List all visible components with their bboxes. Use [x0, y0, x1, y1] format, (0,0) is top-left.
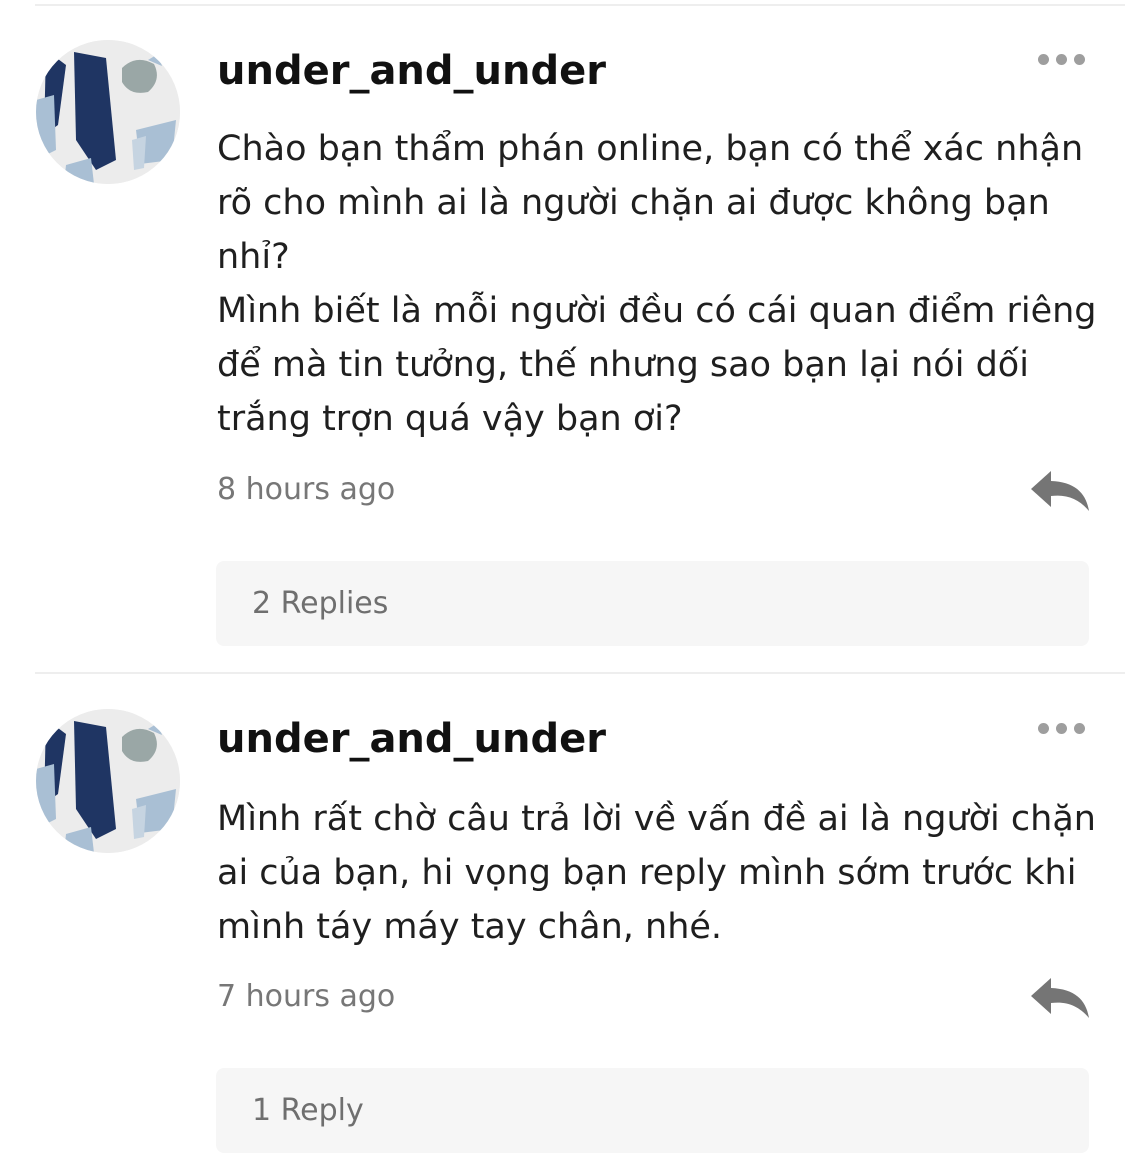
comment-line: ai của bạn, hi vọng bạn reply mình sớm t… [217, 853, 1077, 893]
comment-feed: under_and_under Chào bạn thẩm phán onlin… [0, 0, 1125, 1171]
more-options-button[interactable] [1026, 713, 1096, 743]
comment-line: mình táy máy tay chân, nhé. [217, 907, 723, 947]
timestamp: 8 hours ago [217, 472, 396, 507]
divider [35, 672, 1125, 674]
avatar-image [36, 40, 180, 184]
comment-line: để mà tin tưởng, thế nhưng sao bạn lại n… [217, 345, 1029, 385]
more-dot [1073, 722, 1085, 734]
username[interactable]: under_and_under [217, 716, 606, 762]
avatar[interactable] [36, 40, 180, 184]
reply-button[interactable] [1028, 466, 1094, 516]
view-replies-button[interactable]: 1 Reply [216, 1068, 1089, 1153]
replies-count-label: 2 Replies [252, 586, 389, 621]
comment-text: Mình rất chờ câu trả lời về vấn đề ai là… [217, 792, 1097, 954]
comment-line: Chào bạn thẩm phán online, bạn có thể xá… [217, 129, 1084, 169]
reply-arrow-icon [1031, 471, 1089, 511]
more-dot [1055, 722, 1067, 734]
username[interactable]: under_and_under [217, 48, 606, 94]
reply-button[interactable] [1028, 973, 1094, 1023]
comment-text: Chào bạn thẩm phán online, bạn có thể xá… [217, 122, 1097, 446]
more-options-button[interactable] [1026, 44, 1096, 74]
divider [35, 4, 1125, 6]
comment-line: Mình rất chờ câu trả lời về vấn đề ai là… [217, 799, 1096, 839]
comment-line: nhỉ? [217, 237, 290, 277]
more-horizontal-icon [1037, 722, 1049, 734]
reply-arrow-icon [1031, 978, 1089, 1018]
avatar-image [36, 709, 180, 853]
avatar[interactable] [36, 709, 180, 853]
comment-line: Mình biết là mỗi người đều có cái quan đ… [217, 291, 1097, 331]
more-dot [1073, 53, 1085, 65]
timestamp: 7 hours ago [217, 979, 396, 1014]
replies-count-label: 1 Reply [252, 1093, 364, 1128]
more-dot [1055, 53, 1067, 65]
more-horizontal-icon [1037, 53, 1049, 65]
view-replies-button[interactable]: 2 Replies [216, 561, 1089, 646]
comment-line: rõ cho mình ai là người chặn ai được khô… [217, 183, 1050, 223]
comment-line: trắng trợn quá vậy bạn ơi? [217, 399, 683, 439]
